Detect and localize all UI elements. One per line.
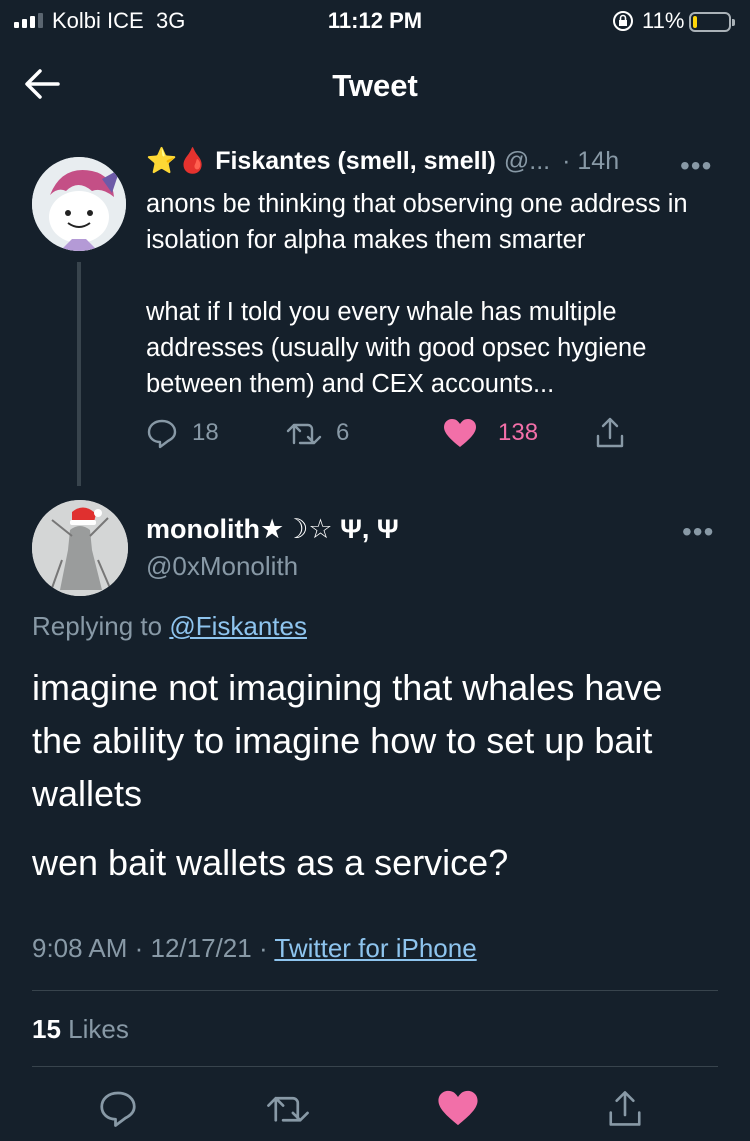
lock-rotation-icon <box>613 11 633 31</box>
heart-icon <box>444 419 476 447</box>
divider <box>32 990 718 991</box>
parent-tweet-header: ⭐🩸 Fiskantes (smell, smell) @... · 14h <box>146 147 619 176</box>
source-link[interactable]: Twitter for iPhone <box>274 933 476 963</box>
retweet-button[interactable] <box>266 1088 310 1133</box>
more-icon[interactable]: ••• <box>680 150 712 182</box>
reply-button[interactable]: 18 <box>146 415 219 451</box>
retweet-button[interactable]: 6 <box>286 415 349 451</box>
reply-icon <box>147 419 177 449</box>
parent-tweet-time: · 14h <box>562 147 620 175</box>
like-button[interactable]: 138 <box>442 415 538 451</box>
more-icon[interactable]: ••• <box>682 516 714 548</box>
share-button[interactable] <box>594 415 626 451</box>
author-name[interactable]: monolith★☽☆ Ψ, Ψ <box>146 514 399 545</box>
tweet-text: imagine not imagining that whales have t… <box>32 667 663 814</box>
thread-line <box>77 262 81 486</box>
parent-author-name[interactable]: ⭐🩸 Fiskantes (smell, smell) <box>146 147 496 176</box>
parent-tweet-text: anons be thinking that observing one add… <box>146 190 688 398</box>
parent-author-handle[interactable]: @... <box>504 147 550 176</box>
reply-count: 18 <box>192 419 219 446</box>
reply-icon <box>100 1091 136 1127</box>
like-count: 138 <box>498 419 539 446</box>
heart-icon <box>438 1090 478 1126</box>
page-title: Tweet <box>332 68 418 103</box>
reply-button[interactable] <box>98 1088 138 1133</box>
retweet-icon <box>286 423 322 445</box>
avatar[interactable] <box>32 157 126 251</box>
avatar[interactable] <box>32 500 128 596</box>
share-icon <box>596 417 624 448</box>
replying-to: Replying to @Fiskantes <box>32 611 307 641</box>
like-button[interactable] <box>436 1088 480 1133</box>
retweet-icon <box>267 1096 309 1122</box>
replying-to-link[interactable]: @Fiskantes <box>169 611 307 641</box>
share-icon <box>609 1091 641 1126</box>
tweet-text-second: wen bait wallets as a service? <box>32 842 509 883</box>
tweet-meta: 9:08 AM · 12/17/21 · Twitter for iPhone <box>32 933 477 963</box>
battery-icon <box>689 12 735 32</box>
retweet-count: 6 <box>336 419 350 446</box>
divider <box>32 1066 718 1067</box>
battery-percent: 11% <box>642 8 685 33</box>
status-time: 11:12 PM <box>327 8 423 33</box>
likes-summary[interactable]: 15 Likes <box>32 1014 129 1045</box>
status-bar: Kolbi ICE 3G 11:12 PM 11% <box>0 0 750 40</box>
author-handle[interactable]: @0xMonolith <box>146 551 298 582</box>
share-button[interactable] <box>606 1088 644 1135</box>
